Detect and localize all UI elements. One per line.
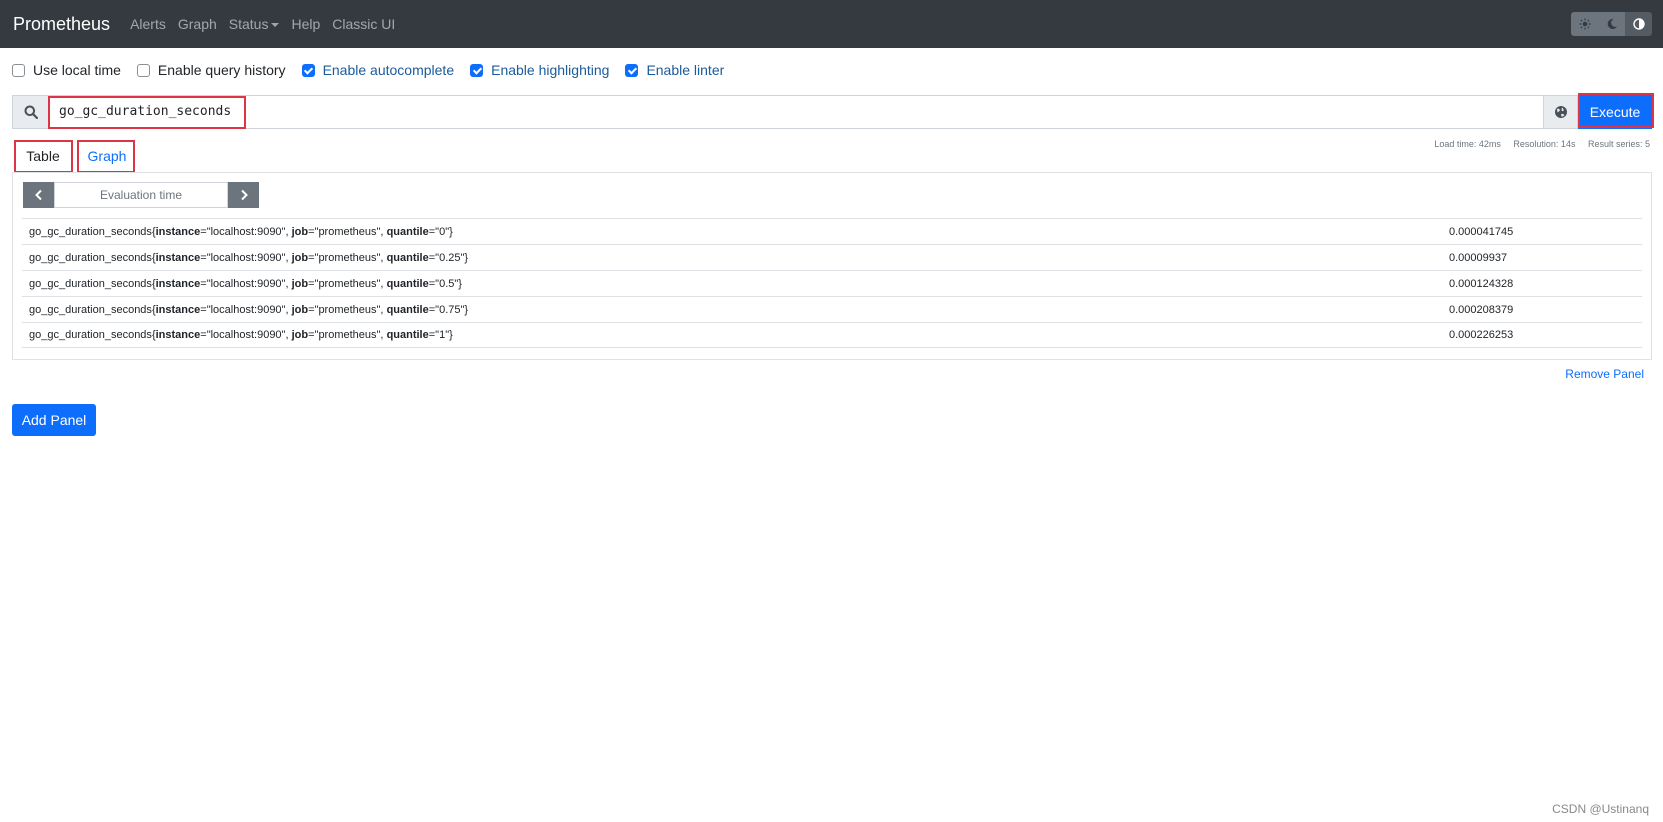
series-labels: go_gc_duration_seconds{instance="localho… bbox=[29, 277, 462, 290]
metric-name: go_gc_duration_seconds bbox=[29, 251, 152, 264]
sample-value: 0.000124328 bbox=[1449, 277, 1514, 290]
use-local-time-checkbox[interactable] bbox=[12, 63, 25, 77]
theme-toggle-group bbox=[1571, 12, 1652, 36]
query-bar: go_gc_duration_seconds Execute bbox=[12, 95, 1652, 129]
theme-dark-button[interactable] bbox=[1598, 12, 1625, 36]
moon-icon bbox=[1607, 18, 1617, 29]
instance-value: localhost:9090 bbox=[210, 251, 282, 264]
half-circle-icon bbox=[1632, 18, 1645, 30]
enable-linter-option[interactable]: Enable linter bbox=[625, 62, 724, 78]
evaluation-time-input[interactable]: Evaluation time bbox=[54, 182, 228, 208]
metric-name: go_gc_duration_seconds bbox=[29, 277, 152, 290]
job-value: prometheus bbox=[318, 329, 377, 341]
enable-query-history-option[interactable]: Enable query history bbox=[136, 62, 286, 78]
sample-value: 0.000041745 bbox=[1449, 225, 1514, 238]
sample-value: 0.000226253 bbox=[1449, 329, 1514, 341]
evaluation-time-group: Evaluation time bbox=[23, 182, 259, 208]
chevron-down-icon bbox=[271, 23, 280, 28]
table-row: go_gc_duration_seconds{instance="localho… bbox=[22, 270, 1642, 296]
metric-name: go_gc_duration_seconds bbox=[29, 329, 152, 341]
quantile-value: 0.25 bbox=[439, 251, 461, 264]
quantile-value: 0 bbox=[439, 225, 446, 238]
chevron-left-icon bbox=[34, 189, 42, 201]
search-icon-box bbox=[12, 95, 48, 129]
table-row: go_gc_duration_seconds{instance="localho… bbox=[22, 244, 1642, 270]
expression-input[interactable]: go_gc_duration_seconds bbox=[48, 95, 1544, 129]
use-local-time-label: Use local time bbox=[33, 62, 121, 78]
load-time: Load time: 42ms bbox=[1434, 139, 1501, 149]
quantile-value: 0.5 bbox=[439, 277, 455, 290]
enable-linter-label: Enable linter bbox=[646, 62, 725, 78]
nav-graph[interactable]: Graph bbox=[178, 16, 217, 32]
enable-highlighting-checkbox[interactable] bbox=[470, 63, 484, 77]
chevron-right-icon bbox=[240, 189, 248, 201]
table-panel: Evaluation time go_gc_duration_seconds{i… bbox=[12, 172, 1652, 360]
enable-autocomplete-label: Enable autocomplete bbox=[322, 62, 455, 78]
nav-help[interactable]: Help bbox=[291, 16, 320, 32]
nav-classic-ui[interactable]: Classic UI bbox=[332, 16, 395, 32]
enable-query-history-label: Enable query history bbox=[157, 62, 286, 78]
enable-highlighting-label: Enable highlighting bbox=[491, 62, 610, 78]
enable-autocomplete-checkbox[interactable] bbox=[301, 63, 315, 77]
navbar: Prometheus Alerts Graph Status Help Clas… bbox=[0, 0, 1663, 48]
enable-autocomplete-option[interactable]: Enable autocomplete bbox=[301, 62, 455, 78]
metric-name: go_gc_duration_seconds bbox=[29, 225, 152, 238]
globe-icon bbox=[1554, 106, 1567, 118]
quantile-value: 1 bbox=[439, 329, 446, 341]
job-value: prometheus bbox=[318, 251, 377, 264]
sun-icon bbox=[1579, 18, 1590, 30]
query-options: Use local time Enable query history Enab… bbox=[12, 62, 740, 78]
enable-highlighting-option[interactable]: Enable highlighting bbox=[470, 62, 609, 78]
series-labels: go_gc_duration_seconds{instance="localho… bbox=[29, 251, 469, 264]
job-value: prometheus bbox=[318, 225, 377, 238]
result-table: go_gc_duration_seconds{instance="localho… bbox=[22, 218, 1642, 348]
brand-logo[interactable]: Prometheus bbox=[13, 14, 110, 35]
quantile-value: 0.75 bbox=[439, 303, 461, 316]
instance-value: localhost:9090 bbox=[210, 277, 282, 290]
prev-time-button[interactable] bbox=[23, 182, 54, 208]
add-panel-button[interactable]: Add Panel bbox=[12, 404, 96, 436]
series-labels: go_gc_duration_seconds{instance="localho… bbox=[29, 303, 469, 316]
expression-text: go_gc_duration_seconds bbox=[59, 104, 232, 119]
table-row: go_gc_duration_seconds{instance="localho… bbox=[22, 322, 1642, 348]
instance-value: localhost:9090 bbox=[210, 303, 282, 316]
theme-auto-button[interactable] bbox=[1625, 12, 1652, 36]
watermark: CSDN @Ustinanq bbox=[1552, 802, 1649, 816]
instance-value: localhost:9090 bbox=[210, 329, 282, 341]
search-icon bbox=[24, 105, 38, 119]
table-row: go_gc_duration_seconds{instance="localho… bbox=[22, 296, 1642, 322]
sample-value: 0.00009937 bbox=[1449, 251, 1508, 264]
query-stats: Load time: 42ms Resolution: 14s Result s… bbox=[1424, 139, 1650, 149]
nav-alerts[interactable]: Alerts bbox=[130, 16, 166, 32]
remove-panel-link[interactable]: Remove Panel bbox=[1565, 367, 1644, 381]
panel-tabs: Table Graph bbox=[14, 140, 136, 172]
table-row: go_gc_duration_seconds{instance="localho… bbox=[22, 218, 1642, 244]
tab-graph[interactable]: Graph bbox=[78, 140, 136, 172]
series-labels: go_gc_duration_seconds{instance="localho… bbox=[29, 329, 453, 341]
job-value: prometheus bbox=[318, 303, 377, 316]
theme-light-button[interactable] bbox=[1571, 12, 1598, 36]
execute-button[interactable]: Execute bbox=[1578, 95, 1652, 129]
job-value: prometheus bbox=[318, 277, 377, 290]
use-local-time-option[interactable]: Use local time bbox=[12, 62, 121, 78]
instance-value: localhost:9090 bbox=[210, 225, 282, 238]
resolution: Resolution: 14s bbox=[1513, 139, 1576, 149]
metrics-explorer-button[interactable] bbox=[1544, 95, 1578, 129]
enable-query-history-checkbox[interactable] bbox=[136, 63, 150, 77]
series-labels: go_gc_duration_seconds{instance="localho… bbox=[29, 225, 453, 238]
result-series: Result series: 5 bbox=[1587, 139, 1650, 149]
next-time-button[interactable] bbox=[228, 182, 259, 208]
sample-value: 0.000208379 bbox=[1449, 303, 1514, 316]
nav-status-label: Status bbox=[228, 16, 269, 32]
enable-linter-checkbox[interactable] bbox=[625, 63, 639, 77]
tab-table[interactable]: Table bbox=[14, 140, 72, 172]
metric-name: go_gc_duration_seconds bbox=[29, 303, 152, 316]
nav-status[interactable]: Status bbox=[229, 16, 280, 32]
